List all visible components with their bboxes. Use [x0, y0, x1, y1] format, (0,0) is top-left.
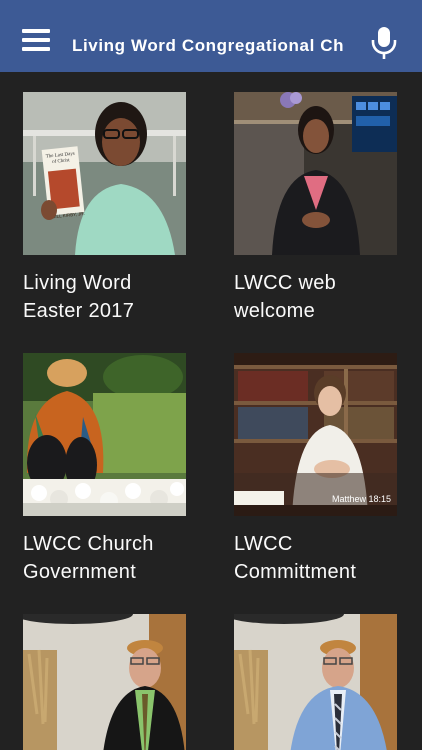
- video-thumbnail[interactable]: [234, 92, 397, 255]
- video-title: Living Word Easter 2017: [23, 272, 135, 322]
- video-thumbnail[interactable]: [23, 353, 186, 516]
- app-title: Living Word Congregational Ch: [72, 36, 345, 55]
- video-grid: The Last Days of Christ BILL KIRBY, JR. …: [0, 72, 422, 750]
- video-thumbnail[interactable]: [23, 614, 186, 750]
- video-thumbnail[interactable]: Matthew 18:15: [234, 353, 397, 516]
- microphone-icon[interactable]: [370, 26, 398, 60]
- video-title: LWCC Committment: [234, 533, 357, 583]
- video-title: LWCC Church Government: [23, 533, 154, 583]
- app-bar: Living Word Congregational Ch: [0, 0, 422, 72]
- video-thumbnail[interactable]: [234, 614, 397, 750]
- video-thumbnail[interactable]: The Last Days of Christ BILL KIRBY, JR.: [23, 92, 186, 255]
- verse-caption: Matthew 18:15: [331, 494, 391, 504]
- menu-icon[interactable]: [22, 29, 52, 55]
- video-title: LWCC web welcome: [234, 272, 337, 322]
